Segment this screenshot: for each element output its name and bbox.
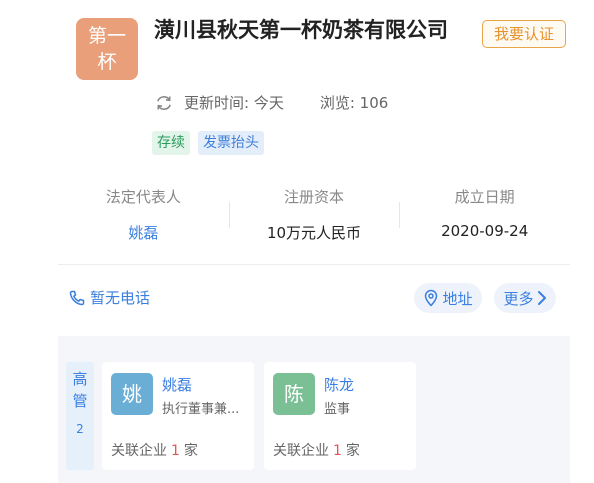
executive-name[interactable]: 姚磊: [162, 374, 192, 395]
related-count: 1: [171, 443, 180, 459]
capital-column: 注册资本 10万元人民币: [228, 180, 400, 250]
related-prefix: 关联企业: [273, 443, 329, 459]
related-companies[interactable]: 关联企业 1 家: [111, 440, 198, 460]
related-suffix: 家: [345, 443, 360, 459]
company-logo: 第一 杯: [76, 18, 138, 80]
founded-column: 成立日期 2020-09-24: [399, 180, 570, 250]
executive-card[interactable]: 姚 姚磊 执行董事兼... 关联企业 1 家: [102, 362, 254, 470]
exec-side-label-1: 高: [72, 370, 88, 388]
avatar: 姚: [111, 373, 153, 415]
related-suffix: 家: [183, 443, 198, 459]
founded-label: 成立日期: [454, 188, 515, 206]
exec-side-label-2: 管: [72, 392, 88, 410]
logo-line-1: 第一: [87, 25, 126, 47]
update-meta: 更新时间: 今天 浏览: 106: [154, 92, 388, 113]
divider: [58, 264, 570, 265]
legal-rep-column: 法定代表人 姚磊: [58, 180, 229, 250]
legal-rep-link[interactable]: 姚磊: [58, 222, 229, 243]
more-label: 更多: [503, 289, 534, 308]
status-tags: 存续 发票抬头: [152, 131, 264, 155]
founded-value: 2020-09-24: [441, 222, 529, 240]
related-companies[interactable]: 关联企业 1 家: [273, 440, 360, 460]
company-detail-page: 第一 杯 潢川县秋天第一杯奶茶有限公司 我要认证 更新时间: 今天 浏览: 10…: [58, 0, 570, 483]
executive-role: 执行董事兼...: [162, 402, 240, 417]
invoice-title-tag[interactable]: 发票抬头: [198, 131, 264, 155]
logo-line-2: 杯: [97, 51, 117, 73]
location-pin-icon: [425, 289, 438, 307]
executive-card[interactable]: 陈 陈龙 监事 关联企业 1 家: [264, 362, 416, 470]
executives-tab[interactable]: 高 管 2: [66, 362, 94, 470]
claim-button[interactable]: 我要认证: [482, 20, 566, 48]
avatar: 陈: [273, 373, 315, 415]
status-badge: 存续: [152, 131, 190, 155]
executives-count: 2: [76, 422, 84, 436]
phone-icon: [69, 290, 85, 305]
phone-label: 暂无电话: [90, 289, 151, 307]
address-label: 地址: [442, 289, 473, 308]
related-count: 1: [333, 443, 342, 459]
chevron-right-icon: [537, 291, 546, 305]
address-button[interactable]: 地址: [414, 283, 482, 313]
capital-value: 10万元人民币: [266, 224, 362, 242]
phone-link[interactable]: 暂无电话: [68, 287, 150, 308]
executives-section: 高 管 2 姚 姚磊 执行董事兼... 关联企业 1 家 陈 陈龙 监事 关联企业 1…: [58, 336, 570, 483]
executive-name[interactable]: 陈龙: [324, 374, 354, 395]
refresh-icon[interactable]: [154, 93, 174, 113]
company-name: 潢川县秋天第一杯奶茶有限公司: [154, 18, 448, 42]
executive-role: 监事: [324, 402, 351, 417]
more-button[interactable]: 更多: [494, 283, 556, 313]
view-count: 浏览: 106: [319, 94, 389, 112]
capital-label: 注册资本: [284, 188, 345, 206]
legal-rep-label: 法定代表人: [105, 188, 181, 206]
related-prefix: 关联企业: [111, 443, 167, 459]
updated-time: 更新时间: 今天: [184, 94, 284, 112]
basic-info-row: 法定代表人 姚磊 注册资本 10万元人民币 成立日期 2020-09-24: [58, 180, 570, 250]
